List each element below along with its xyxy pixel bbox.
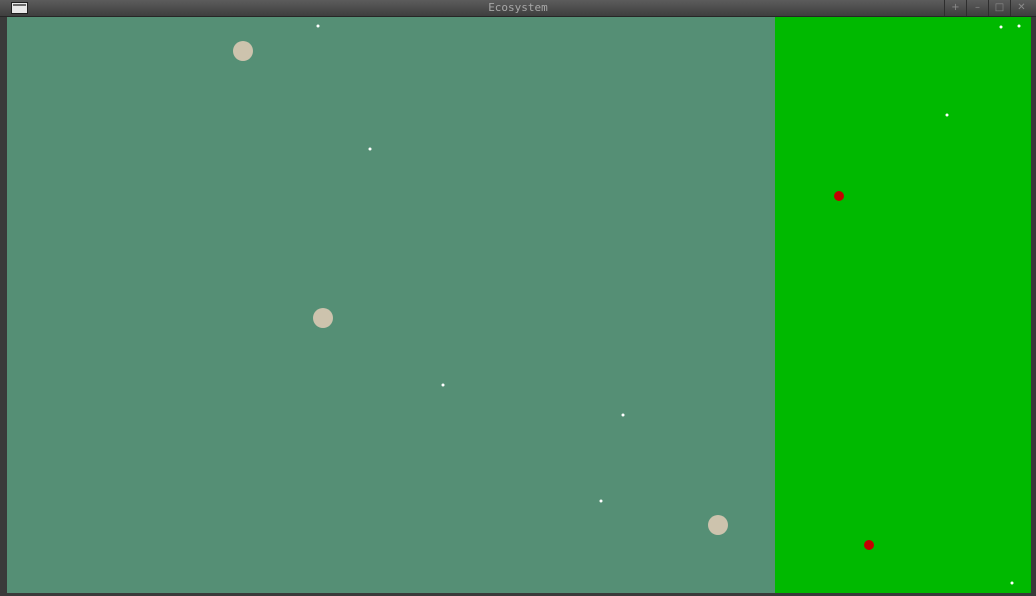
water-region xyxy=(7,17,775,593)
minimize-button[interactable]: – xyxy=(966,0,988,16)
app-window: Ecosystem + – □ ✕ xyxy=(0,0,1036,596)
sand-blob xyxy=(313,308,333,328)
minimize-icon: – xyxy=(975,2,980,13)
window-controls: + – □ ✕ xyxy=(944,0,1032,16)
pin-button[interactable]: + xyxy=(944,0,966,16)
maximize-button[interactable]: □ xyxy=(988,0,1010,16)
white-particle xyxy=(945,113,949,117)
red-creature xyxy=(834,191,844,201)
white-particle xyxy=(1017,24,1021,28)
close-icon: ✕ xyxy=(1017,2,1026,13)
maximize-icon: □ xyxy=(994,2,1005,13)
white-particle xyxy=(1010,581,1014,585)
white-particle xyxy=(999,25,1003,29)
white-particle xyxy=(599,499,603,503)
simulation-canvas[interactable] xyxy=(7,17,1031,593)
title-bar[interactable]: Ecosystem + – □ ✕ xyxy=(0,0,1036,17)
grass-region xyxy=(775,17,1031,593)
white-particle xyxy=(441,383,445,387)
pin-icon: + xyxy=(951,2,960,13)
white-particle xyxy=(316,24,320,28)
white-particle xyxy=(621,413,625,417)
close-button[interactable]: ✕ xyxy=(1010,0,1032,16)
window-title: Ecosystem xyxy=(488,1,548,14)
sand-blob xyxy=(708,515,728,535)
red-creature xyxy=(864,540,874,550)
sand-blob xyxy=(233,41,253,61)
white-particle xyxy=(368,147,372,151)
